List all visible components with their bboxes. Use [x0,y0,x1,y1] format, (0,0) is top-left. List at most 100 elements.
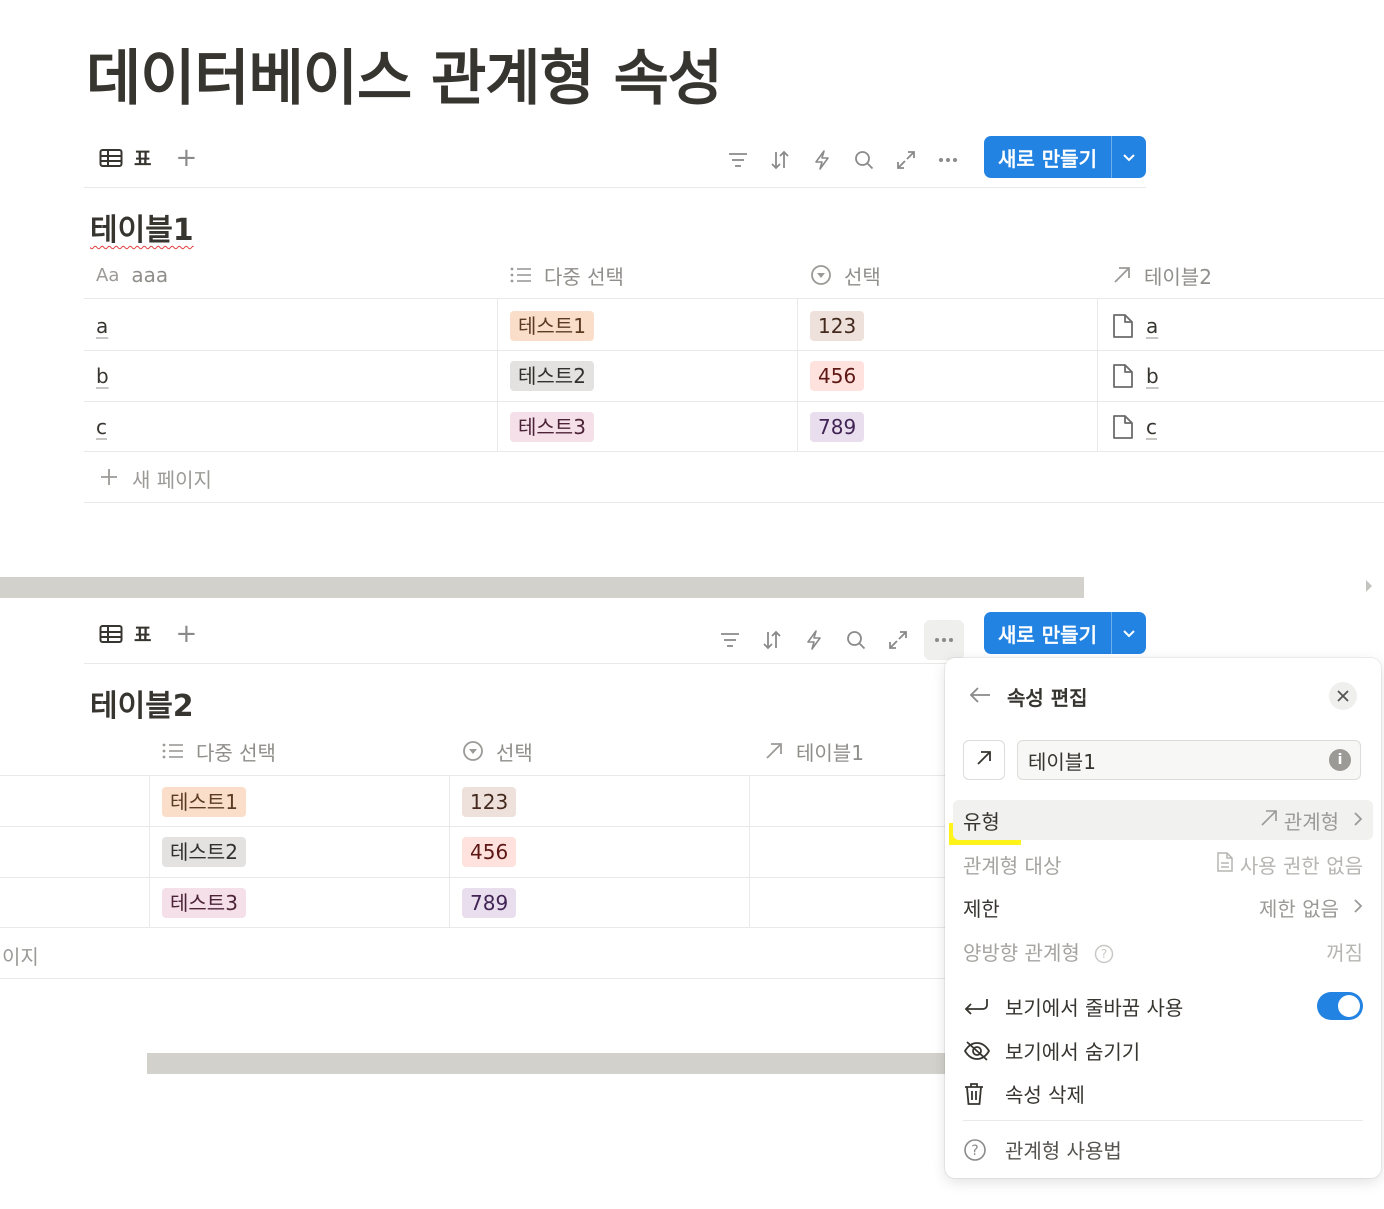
relation-link[interactable]: c [1146,415,1157,439]
column-header-relation[interactable]: 테이블2 [1112,252,1212,298]
panel-header: 속성 편집 [969,682,1088,711]
relation-arrow-icon [764,741,784,761]
page-icon [1112,363,1134,389]
svg-text:?: ? [1101,947,1107,961]
info-icon[interactable]: i [1329,749,1351,771]
type-row[interactable]: 유형 관계형 [953,800,1373,840]
property-icon-button[interactable] [963,740,1005,780]
table-cell-select[interactable]: 123 [462,777,517,827]
column-header-label: aaa [131,263,169,287]
expand-icon[interactable] [882,624,914,656]
column-header-relation[interactable]: 테이블1 [764,728,864,774]
automation-icon[interactable] [798,624,830,656]
type-label: 유형 [963,809,1000,834]
table-cell-multi[interactable]: 테스트2 [162,827,246,877]
table-cell-relation[interactable]: a [1112,301,1158,351]
new-button-dropdown[interactable] [1112,612,1146,654]
plus-icon [100,467,118,491]
column-header-label: 테이블2 [1144,264,1212,289]
column-header-select[interactable]: 선택 [462,728,533,774]
table-row-name[interactable]: c [96,402,107,452]
delete-label: 속성 삭제 [1005,1083,1085,1107]
horizontal-scrollbar[interactable] [147,1053,945,1074]
chevron-down-icon [1122,624,1136,643]
search-icon[interactable] [848,144,880,176]
limit-value: 제한 없음 [1259,893,1363,922]
svg-text:?: ? [971,1143,978,1159]
close-button[interactable] [1329,682,1357,710]
new-button-main[interactable]: 새로 만들기 [984,136,1112,178]
help-icon[interactable]: ? [1094,944,1114,964]
table-cell-relation[interactable]: c [1112,402,1157,452]
relation-help-link[interactable]: ? 관계형 사용법 [963,1135,1122,1164]
new-page-label: 새 페이지 [132,468,212,492]
filter-icon[interactable] [714,624,746,656]
delete-property-action[interactable]: 속성 삭제 [963,1079,1085,1108]
divider [84,401,1384,402]
table-cell-multi[interactable]: 테스트1 [162,777,246,827]
hide-in-view-action[interactable]: 보기에서 숨기기 [963,1036,1140,1065]
table-cell-select[interactable]: 789 [462,878,517,928]
chevron-right-icon [1353,808,1363,832]
divider [749,776,750,927]
table-view-icon[interactable] [98,145,124,171]
limit-row[interactable]: 제한 제한 없음 [953,887,1373,927]
view-tab-label[interactable]: 표 [134,144,151,171]
sort-icon[interactable] [764,144,796,176]
view-tab-label[interactable]: 표 [134,620,151,647]
question-icon: ? [963,1138,991,1162]
tag-badge: 테스트2 [510,361,594,391]
relation-target-text: 사용 권한 없음 [1239,853,1363,878]
table-cell-select[interactable]: 123 [810,301,865,351]
divider [149,776,150,927]
two-way-value: 꺼짐 [1326,940,1363,965]
add-view-button[interactable]: + [175,145,197,171]
new-button: 새로 만들기 [984,136,1146,178]
new-button-dropdown[interactable] [1112,136,1146,178]
table-view-icon[interactable] [98,621,124,647]
sort-icon[interactable] [756,624,788,656]
new-page-button[interactable]: 새 페이지 [100,464,212,493]
relation-link[interactable]: b [1146,364,1159,388]
wrap-toggle[interactable] [1317,992,1363,1020]
automation-icon[interactable] [806,144,838,176]
tag-badge: 789 [810,412,865,442]
more-options-icon[interactable] [924,620,964,660]
table1-title[interactable]: 테이블1 [90,205,194,249]
table-cell-select[interactable]: 456 [810,351,865,401]
add-view-button[interactable]: + [175,621,197,647]
table-cell-multi[interactable]: 테스트1 [510,301,594,351]
table-cell-select[interactable]: 789 [810,402,865,452]
column-header-multi-select[interactable]: 다중 선택 [510,252,624,298]
new-page-button[interactable]: 이지 [2,941,39,970]
new-button-main[interactable]: 새로 만들기 [984,612,1112,654]
table-row-name[interactable]: a [96,301,108,351]
wrap-in-view-action[interactable]: 보기에서 줄바꿈 사용 [963,992,1183,1021]
divider [0,775,945,776]
scroll-right-icon[interactable] [1366,580,1372,592]
relation-link[interactable]: a [1146,314,1158,338]
table-cell-multi[interactable]: 테스트2 [510,351,594,401]
row-name[interactable]: a [96,314,108,338]
table-cell-multi[interactable]: 테스트3 [510,402,594,452]
row-name[interactable]: b [96,364,109,388]
property-name-input[interactable] [1017,740,1361,780]
column-header-name[interactable]: Aa aaa [96,252,168,298]
column-header-multi-select[interactable]: 다중 선택 [162,728,276,774]
row-name[interactable]: c [96,415,107,439]
back-arrow-icon[interactable] [969,686,991,708]
table-cell-multi[interactable]: 테스트3 [162,878,246,928]
table2-title[interactable]: 테이블2 [90,681,194,725]
close-icon [1337,687,1349,706]
column-header-select[interactable]: 선택 [810,252,881,298]
expand-icon[interactable] [890,144,922,176]
table-cell-select[interactable]: 456 [462,827,517,877]
eye-off-icon [963,1040,991,1062]
table-row-name[interactable]: b [96,351,109,401]
more-options-icon[interactable] [932,144,964,176]
filter-icon[interactable] [722,144,754,176]
search-icon[interactable] [840,624,872,656]
table-cell-relation[interactable]: b [1112,351,1159,401]
horizontal-scrollbar[interactable] [0,577,1084,598]
type-value: 관계형 [1260,806,1363,835]
